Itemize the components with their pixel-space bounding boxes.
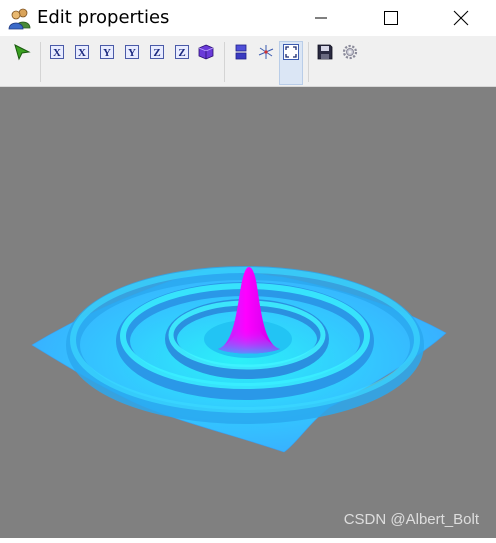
minimize-button[interactable]: [298, 0, 344, 36]
z-axis-icon: Z: [175, 45, 189, 59]
maximize-button[interactable]: [368, 0, 414, 36]
close-icon: [453, 10, 469, 26]
toolbar: X X Y Y Z Z: [0, 36, 496, 87]
axes-icon: [258, 45, 274, 59]
fit-view-button[interactable]: [282, 43, 300, 61]
axes-origin-button[interactable]: [257, 43, 275, 61]
toolbar-separator: [308, 42, 309, 82]
gear-icon: [342, 44, 358, 60]
cube-icon: [198, 44, 214, 60]
x-axis-button-2[interactable]: X: [73, 43, 91, 61]
cube-view-button[interactable]: [197, 43, 215, 61]
watermark: CSDN @Albert_Bolt: [343, 511, 479, 528]
maximize-icon: [384, 11, 398, 25]
y-axis-icon: Y: [100, 45, 114, 59]
z-axis-button-2[interactable]: Z: [173, 43, 191, 61]
x-axis-button-1[interactable]: X: [48, 43, 66, 61]
y-axis-button-2[interactable]: Y: [123, 43, 141, 61]
settings-button[interactable]: [341, 43, 359, 61]
x-axis-icon: X: [75, 45, 89, 59]
x-axis-icon: X: [50, 45, 64, 59]
users-app-icon: [8, 6, 32, 30]
window-title: Edit properties: [37, 7, 170, 28]
z-axis-button-1[interactable]: Z: [148, 43, 166, 61]
toolbar-separator: [224, 42, 225, 82]
colorbar-button[interactable]: [232, 43, 250, 61]
minimize-icon: [315, 17, 327, 19]
cursor-arrow-icon: [14, 44, 31, 61]
plot-canvas[interactable]: CSDN @Albert_Bolt: [0, 87, 496, 538]
y-axis-icon: Y: [125, 45, 139, 59]
close-button[interactable]: [438, 0, 484, 36]
z-axis-icon: Z: [150, 45, 164, 59]
colorbar-icon: [235, 44, 247, 60]
rotate-tool-button[interactable]: [13, 43, 31, 61]
title-bar: Edit properties: [0, 0, 496, 36]
fullscreen-icon: [283, 44, 299, 60]
toolbar-separator: [40, 42, 41, 82]
y-axis-button-1[interactable]: Y: [98, 43, 116, 61]
surface-plot: [31, 266, 447, 453]
save-button[interactable]: [316, 43, 334, 61]
save-icon: [317, 44, 333, 60]
